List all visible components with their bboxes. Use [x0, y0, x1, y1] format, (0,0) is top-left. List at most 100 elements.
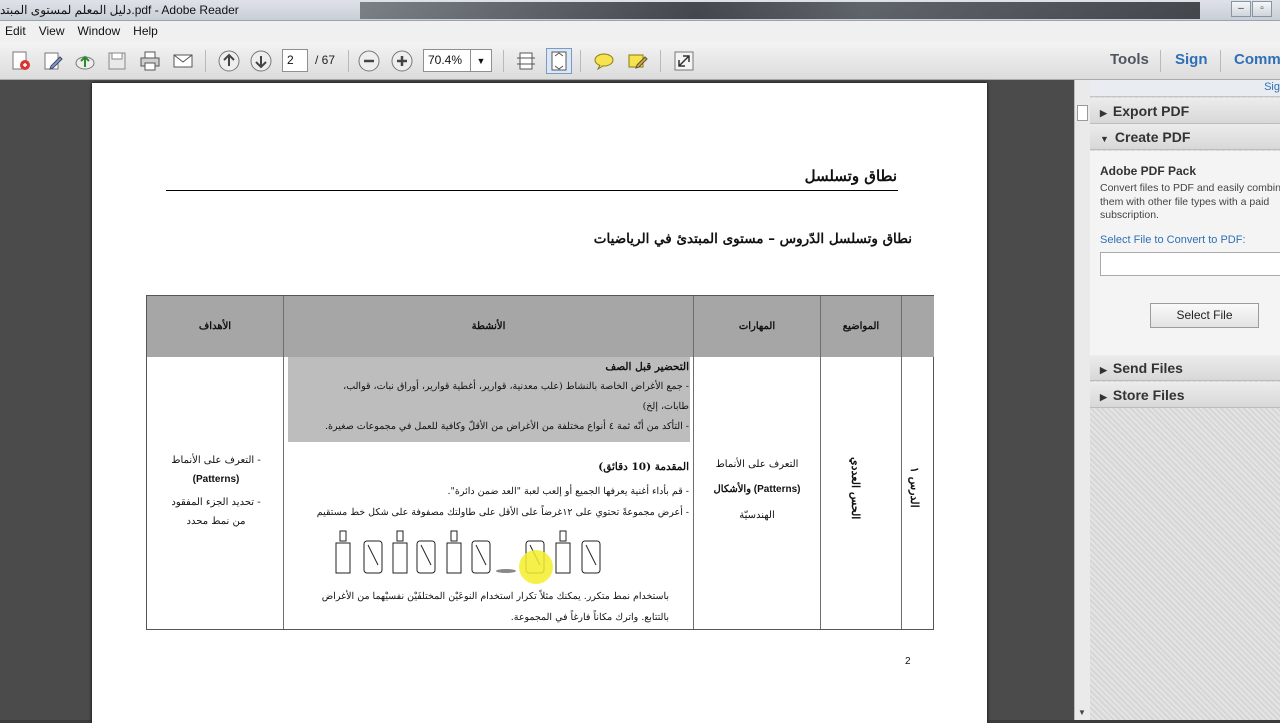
topic-cell: الحس العددي [821, 357, 902, 629]
menu-view[interactable]: View [34, 21, 73, 42]
create-pdf-label: Create PDF [1114, 129, 1191, 145]
menu-bar: Edit View Window Help [0, 21, 1280, 42]
scroll-down-arrow-icon[interactable]: ▼ [1078, 708, 1086, 717]
next-page-button[interactable] [248, 48, 274, 74]
store-files-label: Store Files [1112, 387, 1185, 403]
toolbar: 2 / 67 70.4% ▼ Tools Sign Comm [0, 42, 1280, 80]
document-viewport[interactable]: نطاق وتسلسل نطاق وتسلسل الدّروس – مستوى … [0, 80, 1074, 723]
plus-circle-icon [391, 50, 413, 72]
prep-item: طابات، إلخ) [642, 401, 689, 412]
menu-help[interactable]: Help [128, 21, 166, 42]
previous-page-button[interactable] [216, 48, 242, 74]
export-pdf-label: Export PDF [1112, 103, 1190, 119]
window-controls: – ▫ [1231, 1, 1272, 17]
objective-line: من نمط محدد [186, 516, 246, 527]
expand-triangle-icon: ▶ [1100, 365, 1107, 375]
page-number-input[interactable]: 2 [282, 49, 308, 72]
toolbar-separator [1160, 50, 1161, 72]
objective-line: - تحديد الجزء المفقود [171, 497, 261, 508]
lesson-vertical-text: الدرس ١ [908, 467, 921, 508]
highlight-button[interactable] [624, 48, 650, 74]
prep-item: - التأكد من أنّه ثمة ٤ أنواع مختلفة من ا… [325, 421, 689, 432]
title-bar: دليل المعلم لمستوى المبتد.pdf - Adobe Re… [0, 0, 1280, 21]
printer-icon [140, 51, 160, 71]
fit-page-button[interactable] [546, 48, 572, 74]
background-taskbar-strip [360, 2, 1200, 19]
scrollbar-thumb[interactable] [1077, 105, 1088, 121]
sign-in-link[interactable]: Sig [1264, 81, 1280, 93]
select-file-label: Select File to Convert to PDF: [1100, 234, 1246, 246]
upload-button[interactable] [72, 48, 98, 74]
add-comment-button[interactable] [591, 48, 617, 74]
lessons-table: الأهداف الأنشطة المهارات المواضيع - التع… [146, 295, 934, 630]
intro-tail: باستخدام نمط متكرر. يمكنك مثلاً تكرار اس… [321, 591, 669, 602]
skill-line: التعرف على الأنماط [715, 459, 799, 470]
arrow-up-circle-icon [218, 50, 240, 72]
create-pdf-button[interactable] [8, 48, 34, 74]
collapse-triangle-icon: ▼ [1100, 134, 1109, 144]
zoom-in-button[interactable] [389, 48, 415, 74]
header-rule [166, 190, 898, 191]
pdf-pack-title: Adobe PDF Pack [1100, 164, 1197, 178]
vertical-scrollbar[interactable]: ▼ [1074, 80, 1090, 720]
minimize-button[interactable]: – [1231, 1, 1251, 17]
create-pdf-section[interactable]: ▼ Create PDF [1090, 124, 1280, 150]
menu-window[interactable]: Window [72, 21, 128, 42]
prep-title: التحضير قبل الصف [605, 361, 689, 373]
toolbar-separator [503, 50, 504, 72]
export-pdf-section[interactable]: ▶ Export PDF [1090, 98, 1280, 124]
email-button[interactable] [170, 48, 196, 74]
restore-button[interactable]: ▫ [1252, 1, 1272, 17]
bottles-and-cans-illustration [335, 530, 601, 584]
file-path-input[interactable] [1100, 252, 1280, 276]
tools-tab[interactable]: Tools [1110, 51, 1149, 68]
header-skills: المهارات [694, 296, 821, 357]
lesson-cell: الدرس ١ [902, 357, 934, 629]
skill-line: الهندسيّة [739, 510, 775, 521]
page-total-label: / 67 [315, 53, 336, 67]
tools-pane: Sig ▶ Export PDF ▼ Create PDF Adobe PDF Pa… [1090, 80, 1280, 720]
zoom-out-button[interactable] [356, 48, 382, 74]
sign-tab[interactable]: Sign [1175, 51, 1208, 68]
select-file-button[interactable]: Select File [1150, 303, 1259, 328]
fit-width-button[interactable] [513, 48, 539, 74]
fit-page-icon [551, 51, 567, 71]
objectives-cell: - التعرف على الأنماط (Patterns) - تحديد … [147, 357, 284, 629]
edit-document-icon [44, 52, 63, 70]
print-button[interactable] [137, 48, 163, 74]
header-activities: الأنشطة [284, 296, 694, 357]
expand-button[interactable] [671, 48, 697, 74]
menu-edit[interactable]: Edit [0, 21, 34, 42]
toolbar-separator [348, 50, 349, 72]
toolbar-separator [1220, 50, 1221, 72]
speech-bubble-icon [594, 53, 614, 71]
store-files-section[interactable]: ▶ Store Files [1090, 382, 1280, 408]
arrow-down-circle-icon [250, 50, 272, 72]
skills-cell: التعرف على الأنماط (Patterns) والأشكال ا… [694, 357, 821, 629]
document-subtitle: نطاق وتسلسل الدّروس – مستوى المبتدئ في ا… [593, 231, 912, 247]
expand-arrows-icon [674, 51, 694, 71]
edit-button[interactable] [40, 48, 66, 74]
pdf-page: نطاق وتسلسل نطاق وتسلسل الدّروس – مستوى … [92, 83, 987, 723]
cloud-upload-icon [75, 55, 95, 70]
zoom-level-input[interactable]: 70.4% [423, 49, 471, 72]
window-title: دليل المعلم لمستوى المبتد.pdf - Adobe Re… [0, 3, 239, 17]
pdf-pack-description: Convert files to PDF and easily combine … [1100, 182, 1280, 221]
page-number: 2 [905, 656, 911, 667]
topic-vertical-text: الحس العددي [849, 457, 862, 520]
skill-line: (Patterns) والأشكال [713, 484, 801, 495]
expand-triangle-icon: ▶ [1100, 392, 1107, 402]
zoom-dropdown[interactable]: ▼ [470, 49, 492, 72]
create-pdf-panel: Adobe PDF Pack Convert files to PDF and … [1090, 151, 1280, 377]
chevron-down-icon: ▼ [476, 56, 486, 66]
comment-tab[interactable]: Comm [1234, 51, 1280, 68]
objective-line: - التعرف على الأنماط [171, 455, 261, 466]
highlighter-icon [628, 54, 648, 69]
prep-item: - جمع الأغراض الخاصة بالنشاط (علب معدنية… [343, 381, 689, 392]
intro-item: - أعرض مجموعةً تحتوي على ١٢غرضاً على الأ… [316, 507, 689, 518]
send-files-section[interactable]: ▶ Send Files [1090, 355, 1280, 381]
header-topics: المواضيع [821, 296, 902, 357]
toolbar-separator [205, 50, 206, 72]
save-button[interactable] [104, 48, 130, 74]
header-lesson [902, 296, 934, 357]
